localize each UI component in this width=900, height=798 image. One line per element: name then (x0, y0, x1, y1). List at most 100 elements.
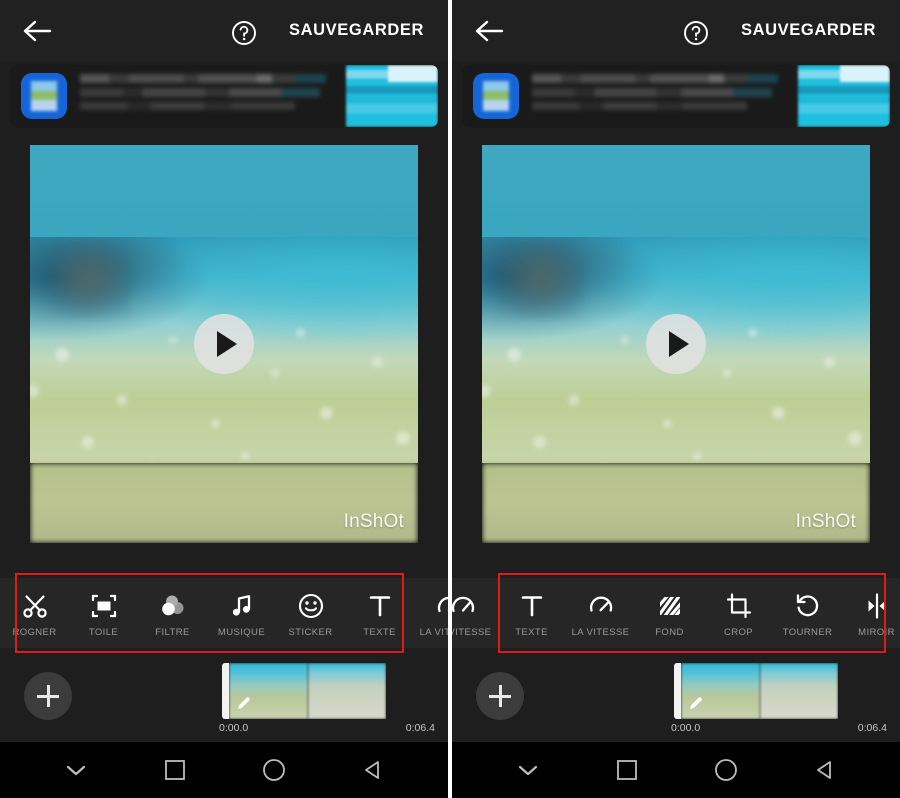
preview-letterbox-bottom (482, 463, 870, 543)
tool-musique[interactable]: MUSIQUE (207, 578, 276, 648)
ad-banner[interactable] (10, 65, 438, 127)
play-icon (216, 331, 237, 357)
phone-panel-right: SAUVEGARDER InShOt VITESSE TEXTE LA VITE… (452, 0, 900, 798)
ad-headline-blurred (80, 74, 330, 116)
crop-icon (725, 589, 753, 623)
add-clip-button[interactable] (24, 672, 72, 720)
plus-icon (489, 685, 511, 707)
circle-home-icon (715, 759, 738, 781)
speed-gauge-icon (587, 589, 615, 623)
nav-home-button[interactable] (704, 748, 748, 792)
mirror-flip-icon (862, 589, 892, 623)
tool-label: FOND (655, 626, 684, 638)
arrow-left-icon (475, 20, 504, 42)
music-note-icon (228, 589, 256, 623)
timeline-left: 0:00.0 0:06.4 (0, 652, 448, 742)
app-bar: SAUVEGARDER (0, 0, 448, 62)
nav-hide-keyboard-button[interactable] (506, 748, 550, 792)
save-button[interactable]: SAUVEGARDER (741, 21, 876, 40)
tool-fond[interactable]: FOND (635, 578, 704, 648)
android-nav-bar-left (0, 742, 448, 798)
tool-label: TOILE (88, 626, 119, 638)
nav-recents-button[interactable] (605, 748, 649, 792)
tool-label: LA VITESSE (419, 626, 448, 638)
play-button[interactable] (194, 314, 254, 374)
triangle-back-icon (365, 761, 380, 779)
time-end: 0:06.4 (405, 722, 435, 734)
tool-filtre[interactable]: FILTRE (138, 578, 207, 648)
timeline-right: 0:00.0 0:06.4 (452, 652, 900, 742)
tool-la-vitesse[interactable]: LA VITESSE (414, 578, 448, 648)
back-button[interactable] (22, 16, 54, 46)
tool-label: TOURNER (782, 626, 833, 638)
tool-la-vitesse[interactable]: LA VITESSE (566, 578, 635, 648)
video-preview[interactable]: InShOt (482, 145, 870, 543)
tool-tourner[interactable]: TOURNER (773, 578, 842, 648)
add-clip-button[interactable] (476, 672, 524, 720)
tool-label: LA VITESSE (571, 626, 630, 638)
arrow-left-icon (23, 20, 52, 42)
canvas-icon (90, 589, 118, 623)
help-button[interactable] (231, 20, 257, 46)
ad-banner[interactable] (462, 65, 890, 127)
triangle-back-icon (817, 761, 832, 779)
tool-texte[interactable]: TEXTE (497, 578, 566, 648)
time-start: 0:00.0 (671, 722, 701, 734)
nav-recents-button[interactable] (153, 748, 197, 792)
timeline-timecodes: 0:00.0 0:06.4 (0, 722, 448, 734)
pencil-icon[interactable] (236, 695, 252, 711)
android-nav-bar-right (452, 742, 900, 798)
rotate-ccw-icon (794, 589, 822, 623)
tool-crop[interactable]: CROP (704, 578, 773, 648)
screenshot-stage: SAUVEGARDER InShOt ROGNER TOILE FILTRE M… (0, 0, 900, 798)
question-mark-circle-icon (684, 21, 708, 45)
circle-home-icon (263, 759, 286, 781)
tool-label: CROP (723, 626, 754, 638)
preview-letterbox-top (482, 145, 870, 237)
tool-toile[interactable]: TOILE (69, 578, 138, 648)
square-recents-icon (164, 760, 185, 780)
clip-trim-handle-left[interactable] (674, 663, 681, 719)
phone-panel-left: SAUVEGARDER InShOt ROGNER TOILE FILTRE M… (0, 0, 448, 798)
tool-texte[interactable]: TEXTE (345, 578, 414, 648)
ad-headline-blurred (532, 74, 782, 116)
clip-thumbnails (681, 663, 838, 719)
video-preview[interactable]: InShOt (30, 145, 418, 543)
nav-back-button[interactable] (351, 748, 395, 792)
diagonal-stripes-icon (656, 589, 684, 623)
smiley-icon (297, 589, 325, 623)
app-bar: SAUVEGARDER (452, 0, 900, 62)
square-recents-icon (616, 760, 637, 780)
timeline-clip[interactable] (222, 663, 386, 719)
scissors-icon (21, 589, 49, 623)
nav-home-button[interactable] (252, 748, 296, 792)
tool-strip-left: ROGNER TOILE FILTRE MUSIQUE STICKER TEXT… (0, 573, 448, 653)
timeline-timecodes: 0:00.0 0:06.4 (452, 722, 900, 734)
time-end: 0:06.4 (857, 722, 887, 734)
pencil-icon[interactable] (688, 695, 704, 711)
save-button[interactable]: SAUVEGARDER (289, 21, 424, 40)
clip-thumbnails (229, 663, 386, 719)
ad-thumbnail (798, 65, 890, 127)
tool-strip-right: LA VITESSE TEXTE LA VITESSE (452, 573, 900, 653)
preview-letterbox-top (30, 145, 418, 237)
tool-label: MIROIR (858, 626, 895, 638)
tool-la-vitcker-partial[interactable]: LA VITESSE (452, 578, 497, 648)
play-button[interactable] (646, 314, 706, 374)
tool-miroir[interactable]: MIROIR (842, 578, 900, 648)
chevron-down-icon (518, 765, 537, 776)
ad-app-icon (473, 73, 519, 119)
tool-label: MUSIQUE (217, 626, 266, 638)
plus-icon (37, 685, 59, 707)
timeline-clip[interactable] (674, 663, 838, 719)
chevron-down-icon (66, 765, 85, 776)
back-button[interactable] (474, 16, 506, 46)
speed-gauge-icon (435, 589, 448, 623)
play-icon (668, 331, 689, 357)
tool-sticker[interactable]: STICKER (276, 578, 345, 648)
help-button[interactable] (683, 20, 709, 46)
tool-rogner[interactable]: ROGNER (0, 578, 69, 648)
clip-trim-handle-left[interactable] (222, 663, 229, 719)
nav-hide-keyboard-button[interactable] (54, 748, 98, 792)
nav-back-button[interactable] (803, 748, 847, 792)
